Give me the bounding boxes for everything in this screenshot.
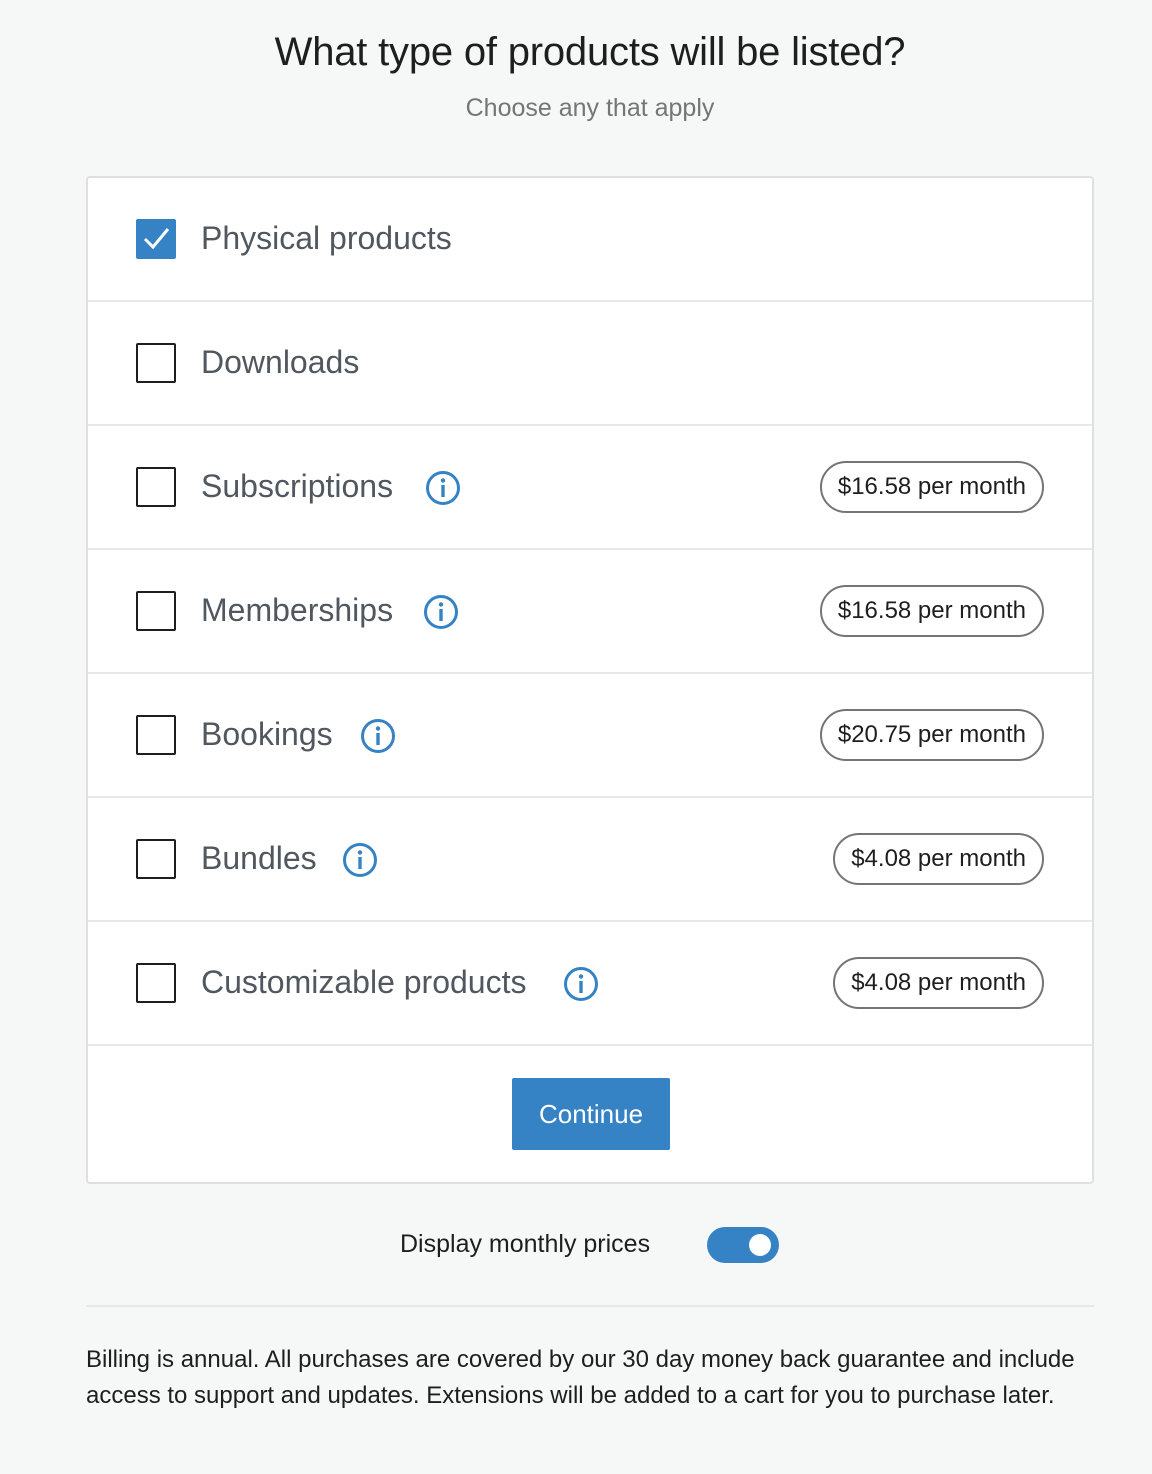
price-badge: $16.58 per month <box>819 461 1044 513</box>
physical-products-checkbox[interactable] <box>136 219 176 259</box>
info-icon[interactable] <box>425 470 461 506</box>
option-label: Downloads <box>201 344 360 380</box>
page-subtitle: Choose any that apply <box>465 94 715 122</box>
option-row-bundles[interactable]: Bundles $4.08 per month <box>88 798 1092 922</box>
option-row-customizable-products[interactable]: Customizable products $4.08 per month <box>88 922 1092 1046</box>
price-badge: $16.58 per month <box>819 585 1044 637</box>
bookings-checkbox[interactable] <box>136 715 176 755</box>
option-row-downloads[interactable]: Downloads <box>88 302 1092 426</box>
price-badge: $4.08 per month <box>833 957 1044 1009</box>
option-label: Subscriptions <box>201 468 394 504</box>
option-label: Bookings <box>201 716 333 752</box>
option-row-memberships[interactable]: Memberships $16.58 per month <box>88 550 1092 674</box>
option-label: Physical products <box>201 220 452 256</box>
option-row-subscriptions[interactable]: Subscriptions $16.58 per month <box>88 426 1092 550</box>
divider <box>86 1305 1094 1307</box>
option-row-physical-products[interactable]: Physical products <box>88 178 1092 302</box>
option-label: Memberships <box>201 592 394 628</box>
info-icon[interactable] <box>342 842 378 878</box>
billing-note: Billing is annual. All purchases are cov… <box>86 1346 1075 1409</box>
option-row-bookings[interactable]: Bookings $20.75 per month <box>88 674 1092 798</box>
memberships-checkbox[interactable] <box>136 591 176 631</box>
monthly-prices-toggle-row: Display monthly prices <box>0 1226 1152 1266</box>
page-title: What type of products will be listed? <box>274 30 906 74</box>
bundles-checkbox[interactable] <box>136 839 176 879</box>
product-options-card: Physical products Downloads Subscription… <box>86 176 1094 1184</box>
checkmark-icon <box>143 228 170 250</box>
option-label: Bundles <box>201 840 317 876</box>
continue-button[interactable]: Continue <box>512 1078 670 1150</box>
subscriptions-checkbox[interactable] <box>136 467 176 507</box>
customizable-products-checkbox[interactable] <box>136 963 176 1003</box>
downloads-checkbox[interactable] <box>136 343 176 383</box>
info-icon[interactable] <box>360 718 396 754</box>
price-badge: $4.08 per month <box>833 833 1044 885</box>
toggle-label: Display monthly prices <box>400 1230 651 1258</box>
info-icon[interactable] <box>423 594 459 630</box>
monthly-prices-toggle[interactable] <box>707 1227 779 1263</box>
product-types-page: What type of products will be listed? Ch… <box>0 0 1152 1474</box>
option-label: Customizable products <box>201 964 527 1000</box>
price-badge: $20.75 per month <box>819 709 1044 761</box>
info-icon[interactable] <box>563 966 599 1002</box>
toggle-knob <box>749 1234 771 1256</box>
